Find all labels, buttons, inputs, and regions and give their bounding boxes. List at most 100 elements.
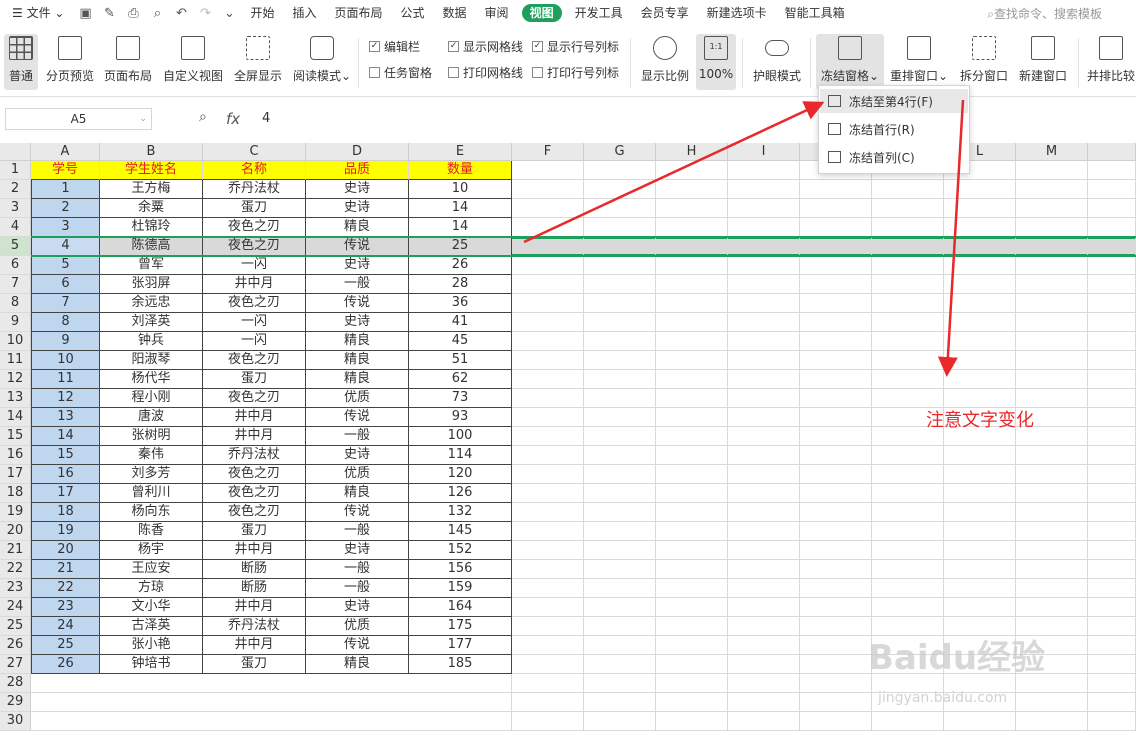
data-cell[interactable]: 7 xyxy=(31,294,100,313)
row-header[interactable]: 19 xyxy=(0,503,31,522)
header-cell[interactable]: 数量 xyxy=(409,161,512,180)
data-cell[interactable]: 史诗 xyxy=(306,598,409,617)
data-cell[interactable]: 精良 xyxy=(306,351,409,370)
data-cell[interactable]: 断肠 xyxy=(203,560,306,579)
data-cell[interactable]: 一般 xyxy=(306,522,409,541)
data-cell[interactable]: 精良 xyxy=(306,218,409,237)
data-cell[interactable]: 史诗 xyxy=(306,313,409,332)
data-cell[interactable]: 夜色之刃 xyxy=(203,503,306,522)
data-cell[interactable]: 程小刚 xyxy=(100,389,203,408)
row-header[interactable]: 9 xyxy=(0,313,31,332)
data-cell[interactable]: 文小华 xyxy=(100,598,203,617)
data-cell[interactable]: 秦伟 xyxy=(100,446,203,465)
data-cell[interactable]: 蛋刀 xyxy=(203,522,306,541)
data-cell[interactable]: 4 xyxy=(31,237,100,256)
data-cell[interactable]: 杜锦玲 xyxy=(100,218,203,237)
data-cell[interactable]: 史诗 xyxy=(306,446,409,465)
data-cell[interactable]: 13 xyxy=(31,408,100,427)
data-cell[interactable]: 刘泽英 xyxy=(100,313,203,332)
save-icon[interactable]: ▣ xyxy=(75,3,95,23)
data-cell[interactable]: 刘多芳 xyxy=(100,465,203,484)
data-cell[interactable]: 陈香 xyxy=(100,522,203,541)
header-cell[interactable]: 学号 xyxy=(31,161,100,180)
column-header[interactable]: C xyxy=(203,143,306,161)
tab-10[interactable]: 智能工具箱 xyxy=(776,0,854,26)
data-cell[interactable]: 蛋刀 xyxy=(203,370,306,389)
row-header[interactable]: 12 xyxy=(0,370,31,389)
print-gridlines-checkbox[interactable]: 打印网格线 xyxy=(448,64,523,81)
eye-mode-button[interactable]: 护眼模式 xyxy=(750,34,804,90)
freeze-panes-button[interactable]: 冻结窗格⌄ xyxy=(816,34,884,90)
data-cell[interactable]: 钟培书 xyxy=(100,655,203,674)
task-pane-checkbox[interactable]: 任务窗格 xyxy=(369,64,432,81)
row-header[interactable]: 14 xyxy=(0,408,31,427)
data-cell[interactable]: 132 xyxy=(409,503,512,522)
row-header[interactable]: 16 xyxy=(0,446,31,465)
data-cell[interactable]: 张小艳 xyxy=(100,636,203,655)
customize-icon[interactable]: ⌄ xyxy=(219,3,239,23)
tab-0[interactable]: 开始 xyxy=(241,0,283,26)
format-painter-icon[interactable]: ✎ xyxy=(99,3,119,23)
data-cell[interactable]: 传说 xyxy=(306,503,409,522)
side-by-side-button[interactable]: 并排比较 xyxy=(1086,34,1136,90)
data-cell[interactable]: 26 xyxy=(409,256,512,275)
data-cell[interactable]: 张羽屏 xyxy=(100,275,203,294)
row-header[interactable]: 27 xyxy=(0,655,31,674)
row-header[interactable]: 8 xyxy=(0,294,31,313)
data-cell[interactable]: 14 xyxy=(31,427,100,446)
data-cell[interactable]: 一般 xyxy=(306,579,409,598)
data-cell[interactable]: 传说 xyxy=(306,408,409,427)
data-cell[interactable]: 精良 xyxy=(306,370,409,389)
data-cell[interactable]: 一般 xyxy=(306,275,409,294)
data-cell[interactable]: 93 xyxy=(409,408,512,427)
data-cell[interactable]: 曾利川 xyxy=(100,484,203,503)
data-cell[interactable]: 145 xyxy=(409,522,512,541)
data-cell[interactable]: 精良 xyxy=(306,484,409,503)
row-header[interactable]: 29 xyxy=(0,693,31,712)
data-cell[interactable]: 11 xyxy=(31,370,100,389)
data-cell[interactable]: 14 xyxy=(409,218,512,237)
column-header[interactable]: H xyxy=(656,143,728,161)
show-headers-checkbox[interactable]: ✓ 显示行号列标 xyxy=(532,38,619,55)
find-icon[interactable]: ⌕ xyxy=(199,109,207,125)
data-cell[interactable]: 114 xyxy=(409,446,512,465)
data-cell[interactable]: 177 xyxy=(409,636,512,655)
data-cell[interactable]: 传说 xyxy=(306,237,409,256)
split-window-button[interactable]: 拆分窗口 xyxy=(956,34,1012,90)
row-header[interactable]: 1 xyxy=(0,161,31,180)
data-cell[interactable]: 传说 xyxy=(306,636,409,655)
data-cell[interactable]: 杨代华 xyxy=(100,370,203,389)
data-cell[interactable]: 优质 xyxy=(306,465,409,484)
select-all-corner[interactable] xyxy=(0,143,31,161)
data-cell[interactable]: 28 xyxy=(409,275,512,294)
data-cell[interactable]: 井中月 xyxy=(203,427,306,446)
data-cell[interactable]: 62 xyxy=(409,370,512,389)
row-header[interactable]: 2 xyxy=(0,180,31,199)
data-cell[interactable]: 夜色之刃 xyxy=(203,351,306,370)
fx-icon[interactable]: fx xyxy=(226,110,240,128)
data-cell[interactable]: 24 xyxy=(31,617,100,636)
data-cell[interactable]: 井中月 xyxy=(203,541,306,560)
column-header[interactable]: E xyxy=(409,143,512,161)
data-cell[interactable]: 优质 xyxy=(306,617,409,636)
data-cell[interactable]: 史诗 xyxy=(306,256,409,275)
data-cell[interactable]: 12 xyxy=(31,389,100,408)
fullscreen-button[interactable]: 全屏显示 xyxy=(232,34,284,90)
header-cell[interactable]: 品质 xyxy=(306,161,409,180)
data-cell[interactable]: 乔丹法杖 xyxy=(203,617,306,636)
data-cell[interactable]: 120 xyxy=(409,465,512,484)
data-cell[interactable]: 2 xyxy=(31,199,100,218)
column-header[interactable]: F xyxy=(512,143,584,161)
page-layout-button[interactable]: 页面布局 xyxy=(102,34,154,90)
data-cell[interactable]: 方琼 xyxy=(100,579,203,598)
data-cell[interactable]: 185 xyxy=(409,655,512,674)
data-cell[interactable]: 一般 xyxy=(306,560,409,579)
data-cell[interactable]: 夜色之刃 xyxy=(203,237,306,256)
show-gridlines-checkbox[interactable]: ✓ 显示网格线 xyxy=(448,38,523,55)
data-cell[interactable]: 井中月 xyxy=(203,598,306,617)
data-cell[interactable]: 19 xyxy=(31,522,100,541)
data-cell[interactable]: 45 xyxy=(409,332,512,351)
data-cell[interactable]: 1 xyxy=(31,180,100,199)
data-cell[interactable]: 18 xyxy=(31,503,100,522)
page-break-preview-button[interactable]: 分页预览 xyxy=(44,34,96,90)
